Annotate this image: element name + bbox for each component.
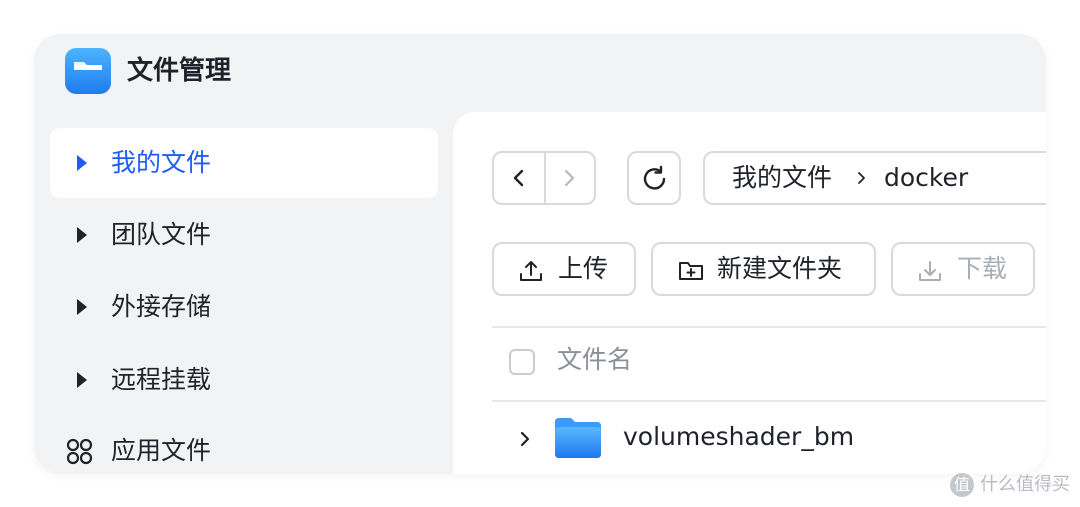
sidebar-item-label: 团队文件 [111,220,212,249]
watermark-logo-icon: 值 [950,473,974,497]
caret-right-icon [77,299,87,315]
chevron-left-icon[interactable] [508,166,530,190]
app-title: 文件管理 [127,56,232,86]
sidebar-item-label: 远程挂载 [111,365,212,394]
select-all-checkbox[interactable] [509,349,535,375]
new-folder-button[interactable]: 新建文件夹 [651,242,876,296]
upload-button[interactable]: 上传 [492,242,636,296]
caret-right-icon [77,372,87,388]
apps-grid-icon [66,438,93,465]
sidebar-item-team-files[interactable]: 团队文件 [50,200,438,270]
refresh-icon [643,165,666,190]
sidebar-item-external-storage[interactable]: 外接存储 [50,272,438,342]
chevron-right-icon [858,172,865,184]
breadcrumb-item-my-files[interactable]: 我的文件 [732,160,832,196]
sidebar-item-label: 应用文件 [111,436,212,465]
sidebar-item-my-files[interactable]: 我的文件 [50,128,438,198]
refresh-button[interactable] [627,151,681,205]
column-header-filename: 文件名 [557,345,633,374]
new-folder-button-label: 新建文件夹 [717,254,843,283]
file-name: volumeshader_bm [623,422,855,451]
folder-app-icon [65,48,111,94]
main-panel: 我的文件 docker 上传 新建文件夹 下载 文件名 volumeshader… [453,112,1046,474]
breadcrumb: 我的文件 docker [703,151,1046,205]
table-top-divider [492,326,1046,328]
folder-icon [555,418,601,458]
chevron-right-icon[interactable] [517,427,533,451]
chevron-right-icon[interactable] [558,166,580,190]
nav-divider [544,153,546,203]
caret-right-icon [77,155,87,171]
table-header-divider [492,400,1046,402]
upload-button-label: 上传 [558,254,609,283]
sidebar-item-label: 我的文件 [111,148,212,177]
download-button[interactable]: 下载 [891,242,1035,296]
sidebar-item-remote-mount[interactable]: 远程挂载 [50,345,438,415]
watermark-text: 什么值得买 [980,474,1070,495]
file-manager-window: 文件管理 我的文件 团队文件 外接存储 远程挂载 应用文件 我的文件 docke… [34,34,1046,474]
download-button-label: 下载 [957,254,1008,283]
caret-right-icon [77,227,87,243]
breadcrumb-item-docker[interactable]: docker [884,160,968,196]
new-folder-icon [679,262,703,280]
sidebar-item-app-files[interactable]: 应用文件 [50,416,438,474]
sidebar-item-label: 外接存储 [111,292,212,321]
upload-icon [520,261,542,281]
download-icon [919,261,941,281]
history-nav-group [492,151,596,205]
